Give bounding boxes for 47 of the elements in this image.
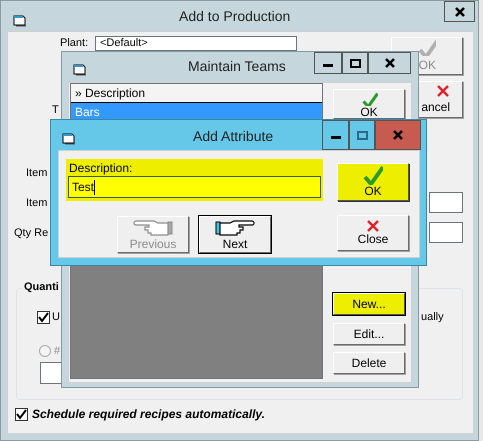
ok-button[interactable]: OK xyxy=(333,89,405,119)
checkbox[interactable] xyxy=(37,311,50,324)
check-icon xyxy=(360,92,378,106)
ok-button[interactable]: OK xyxy=(337,163,409,200)
field-label: Item xyxy=(26,167,48,180)
window-icon xyxy=(62,132,76,146)
group-title: Quanti xyxy=(22,281,61,294)
minimize-button[interactable] xyxy=(314,52,342,74)
checkmark-icon xyxy=(16,409,27,420)
dialog-button[interactable]: Edit... xyxy=(333,323,405,345)
x-icon xyxy=(366,219,380,234)
window-title: Add to Production xyxy=(179,7,290,26)
close-icon xyxy=(454,6,466,18)
window-title: Maintain Teams xyxy=(188,57,286,76)
field-label: Qty Re xyxy=(14,227,48,240)
field-label: T xyxy=(52,104,59,117)
pointing-hand-icon xyxy=(215,218,255,238)
new-button[interactable]: New... xyxy=(333,293,405,315)
field-label: Plant: xyxy=(60,37,88,50)
close-icon xyxy=(384,57,396,69)
radio-label: # xyxy=(54,345,60,358)
x-icon xyxy=(436,84,450,98)
minimize-button[interactable] xyxy=(322,120,349,150)
window-icon xyxy=(73,62,87,77)
plant-dropdown[interactable]: <Default> xyxy=(95,36,297,51)
window-icon xyxy=(13,14,27,28)
text-field[interactable] xyxy=(429,222,463,243)
close-button[interactable] xyxy=(368,52,411,74)
checkbox[interactable] xyxy=(15,408,28,421)
window-title: Add Attribute xyxy=(193,127,274,146)
checkbox-label: U xyxy=(52,311,60,324)
checkbox-label: Schedule required recipes automatically. xyxy=(32,408,265,421)
field-label: Item xyxy=(26,197,48,210)
check-icon xyxy=(418,38,436,56)
next-button[interactable]: Next xyxy=(199,216,271,253)
description-field[interactable]: Test xyxy=(68,176,321,198)
close-button[interactable]: Close xyxy=(337,214,409,251)
close-icon xyxy=(392,129,404,141)
close-button[interactable] xyxy=(444,1,475,22)
maximize-button[interactable] xyxy=(342,52,368,74)
dialog-button[interactable]: Delete xyxy=(333,352,405,374)
option-text: ually xyxy=(421,311,444,324)
checkmark-icon xyxy=(38,312,49,323)
check-icon xyxy=(363,165,383,186)
column-header[interactable]: » Description xyxy=(71,84,322,103)
pointing-hand-icon xyxy=(133,218,173,238)
text-field[interactable] xyxy=(429,192,463,213)
